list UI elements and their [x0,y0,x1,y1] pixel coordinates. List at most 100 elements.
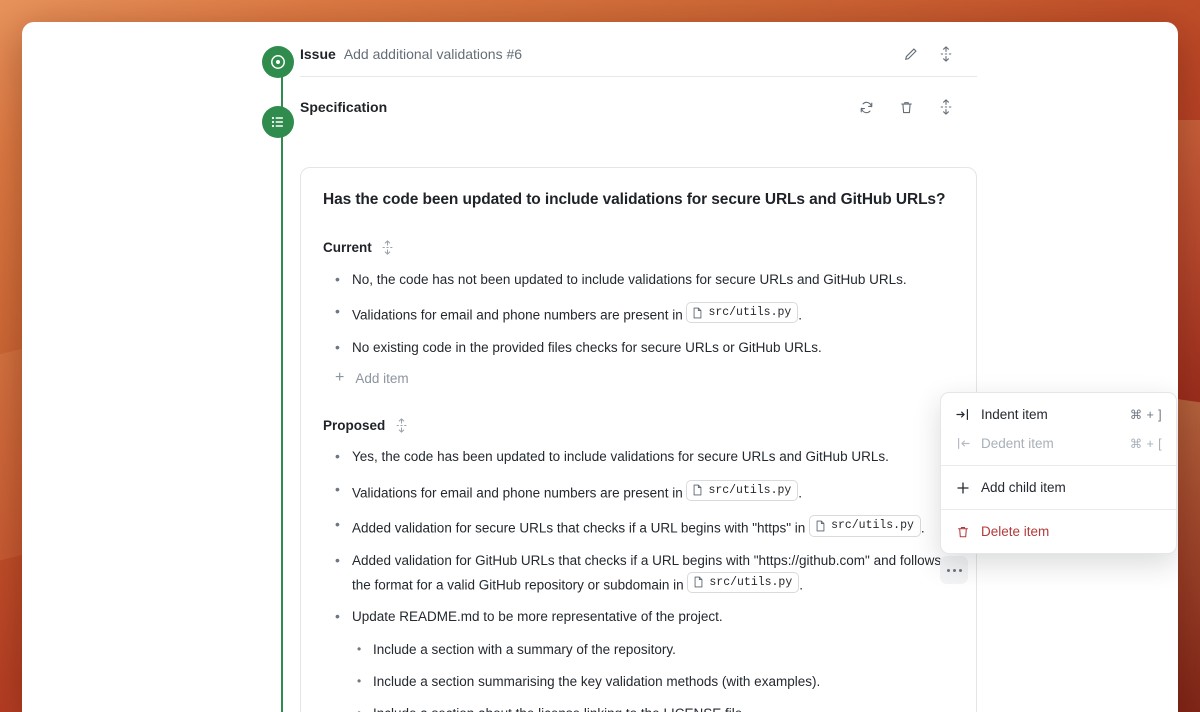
list-item[interactable]: Validations for email and phone numbers … [323,301,954,326]
proposed-items-list: Yes, the code has been updated to includ… [323,446,954,712]
menu-item-dedent: Dedent item ⌘ + [ [941,429,1176,458]
section-label: Current [323,240,372,256]
dedent-icon [956,437,973,450]
list-item[interactable]: No existing code in the provided files c… [323,337,954,358]
menu-item-shortcut: ⌘ + ] [1129,408,1162,422]
list-item[interactable]: Update README.md to be more representati… [323,606,954,627]
drag-vertical-icon [940,46,952,62]
menu-item-label: Delete item [981,524,1050,539]
item-text-after: . [798,307,803,323]
menu-item-add-child[interactable]: Add child item [941,473,1176,502]
item-text: Include a section with a summary of the … [373,641,676,657]
drag-issue-handle[interactable] [936,44,956,64]
issue-title: Add additional validations #6 [343,46,523,62]
specification-card: Has the code been updated to include val… [300,167,977,712]
item-text-after: . [798,485,803,501]
item-text: Added validation for GitHub URLs that ch… [352,553,942,593]
list-item[interactable]: No, the code has not been updated to inc… [323,269,954,290]
issue-header-row: Issue Add additional validations #6 [300,22,1178,76]
indent-icon [956,408,973,421]
item-text: Update README.md to be more representati… [352,609,723,625]
ellipsis-icon [946,568,950,572]
file-chip-label: src/utils.py [708,483,792,497]
list-item[interactable]: Include a section summarising the key va… [323,672,954,692]
file-chip-label: src/utils.py [831,519,914,533]
menu-group-delete: Delete item [941,509,1176,553]
item-text: Include a section about the license link… [373,706,746,712]
drag-section-handle[interactable] [380,240,396,256]
list-icon [271,116,283,128]
issue-circle-dot-icon [271,55,285,69]
file-chip[interactable]: src/utils.py [686,302,799,324]
section-header-proposed: Proposed [323,417,954,433]
issue-label: Issue [300,46,336,62]
delete-spec-button[interactable] [896,97,916,117]
item-overflow-button[interactable] [940,556,968,584]
drag-vertical-icon [940,99,952,115]
refresh-icon [860,101,872,113]
list-item[interactable]: Include a section about the license link… [323,704,954,712]
list-item[interactable]: Yes, the code has been updated to includ… [323,446,954,467]
content-column: Issue Add additional validations #6 Spec… [300,22,1178,712]
menu-item-label: Indent item [981,407,1048,422]
item-text: Validations for email and phone numbers … [352,485,687,501]
section-header-current: Current [323,240,954,256]
timeline-node-specification[interactable] [262,106,294,138]
menu-group-add: Add child item [941,465,1176,509]
drag-vertical-icon [382,240,393,256]
list-item[interactable]: Validations for email and phone numbers … [323,479,954,504]
file-chip-label: src/utils.py [708,306,792,320]
file-chip[interactable]: src/utils.py [809,515,921,537]
menu-item-label: Dedent item [981,436,1054,451]
drag-spec-handle[interactable] [936,97,956,117]
item-text: Include a section summarising the key va… [373,673,821,689]
menu-item-shortcut: ⌘ + [ [1129,437,1162,451]
item-text: Added validation for secure URLs that ch… [352,521,810,537]
app-window: Issue Add additional validations #6 Spec… [22,22,1178,712]
plus-icon: + [335,369,345,387]
item-text: No existing code in the provided files c… [352,340,822,356]
file-chip-label: src/utils.py [709,575,793,589]
item-context-menu: Indent item ⌘ + ] Dedent item ⌘ + [Add … [940,392,1177,554]
pencil-icon [904,47,917,60]
trash-icon [900,101,912,113]
timeline-rail [258,22,306,712]
menu-item-indent[interactable]: Indent item ⌘ + ] [941,400,1176,429]
list-item[interactable]: Added validation for secure URLs that ch… [323,514,954,539]
list-item[interactable]: Added validation for GitHub URLs that ch… [323,550,954,595]
regenerate-button[interactable] [856,97,876,117]
specification-header-row: Specification [300,77,1178,137]
file-chip[interactable]: src/utils.py [687,571,800,593]
menu-item-label: Add child item [981,480,1066,495]
plus-icon [956,481,973,495]
item-text-after: . [920,521,925,537]
item-text: No, the code has not been updated to inc… [352,271,907,287]
file-icon [694,307,702,319]
menu-item-delete[interactable]: Delete item [941,517,1176,546]
menu-group-indent: Indent item ⌘ + ] Dedent item ⌘ + [ [941,393,1176,465]
file-icon [694,484,702,496]
section-label: Proposed [323,417,386,433]
issue-header-actions [904,44,1178,64]
timeline-connector [281,48,283,712]
add-item-label: Add item [355,370,409,386]
timeline-node-issue[interactable] [262,46,294,78]
add-item-current-button[interactable]: + Add item [335,370,954,386]
current-items-list: No, the code has not been updated to inc… [323,269,954,358]
drag-vertical-icon [396,418,407,433]
specification-label: Specification [300,99,388,115]
item-text: Validations for email and phone numbers … [352,307,687,323]
drag-section-handle[interactable] [393,417,409,433]
file-chip[interactable]: src/utils.py [686,479,799,501]
file-icon [695,576,703,588]
item-text-after: . [799,577,803,593]
specification-header-actions [860,97,1178,117]
list-item[interactable]: Include a section with a summary of the … [323,640,954,660]
ellipsis-icon [952,568,956,572]
edit-issue-button[interactable] [900,44,920,64]
file-icon [816,520,825,532]
ellipsis-icon [958,568,962,572]
trash-icon [956,525,973,539]
item-text: Yes, the code has been updated to includ… [352,449,889,465]
specification-question: Has the code been updated to include val… [323,191,946,208]
